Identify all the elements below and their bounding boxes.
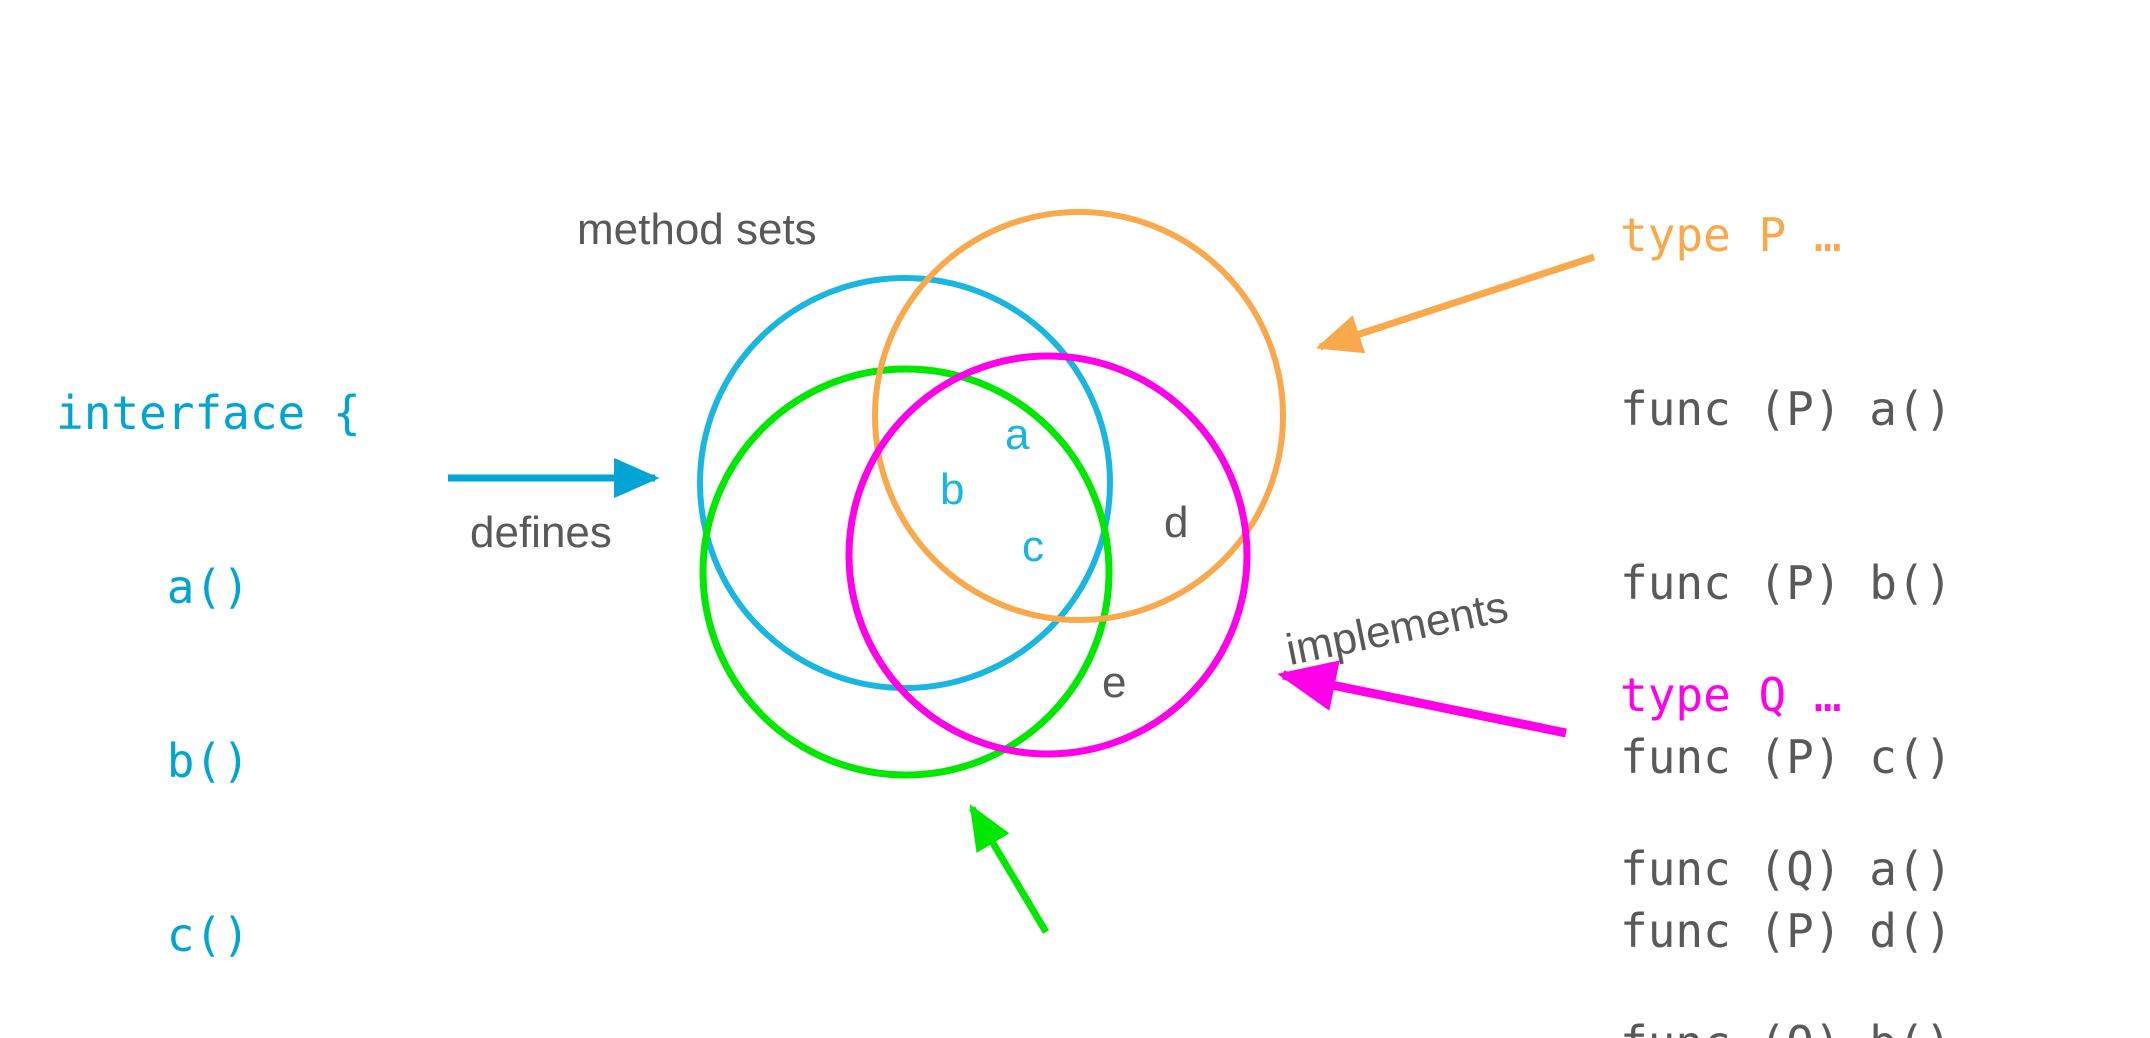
implements-label: implements — [1282, 582, 1513, 676]
interface-code-line-0: interface { — [56, 386, 361, 440]
venn-letter-e: e — [1102, 658, 1127, 707]
method-sets-label: method sets — [577, 205, 817, 254]
interface-code-block: interface { a() b() c() } — [56, 268, 361, 1038]
type-r-circle — [699, 365, 1113, 779]
type-q-circle — [845, 352, 1251, 758]
interface-code-line-3: c() — [56, 908, 250, 962]
defines-label: defines — [470, 508, 612, 557]
venn-letter-d: d — [1164, 498, 1189, 547]
interface-code-line-1: a() — [56, 560, 250, 614]
venn-letter-c: c — [1022, 522, 1044, 571]
type-p-arrow — [1315, 253, 1596, 354]
type-r-code-block: type R … — [1062, 944, 1284, 1038]
type-r-arrow — [968, 804, 1050, 934]
type-p-circle — [872, 209, 1286, 623]
venn-letter-a: a — [1005, 410, 1030, 459]
implements-arrow — [1277, 660, 1567, 738]
type-q-code-block: type Q … func (Q) a() func (Q) b() func … — [1620, 550, 1952, 1038]
type-p-heading: type P … — [1620, 208, 1842, 262]
venn-letter-b: b — [940, 465, 965, 514]
interface-code-line-2: b() — [56, 734, 250, 788]
type-q-heading: type Q … — [1620, 668, 1842, 722]
diagram-canvas: interface { a() b() c() } type P … func … — [0, 0, 2150, 1038]
type-p-method-0: func (P) a() — [1620, 382, 1953, 436]
type-q-method-0: func (Q) a() — [1620, 842, 1953, 896]
type-q-method-1: func (Q) b() — [1620, 1014, 1952, 1038]
interface-circle — [697, 275, 1113, 691]
